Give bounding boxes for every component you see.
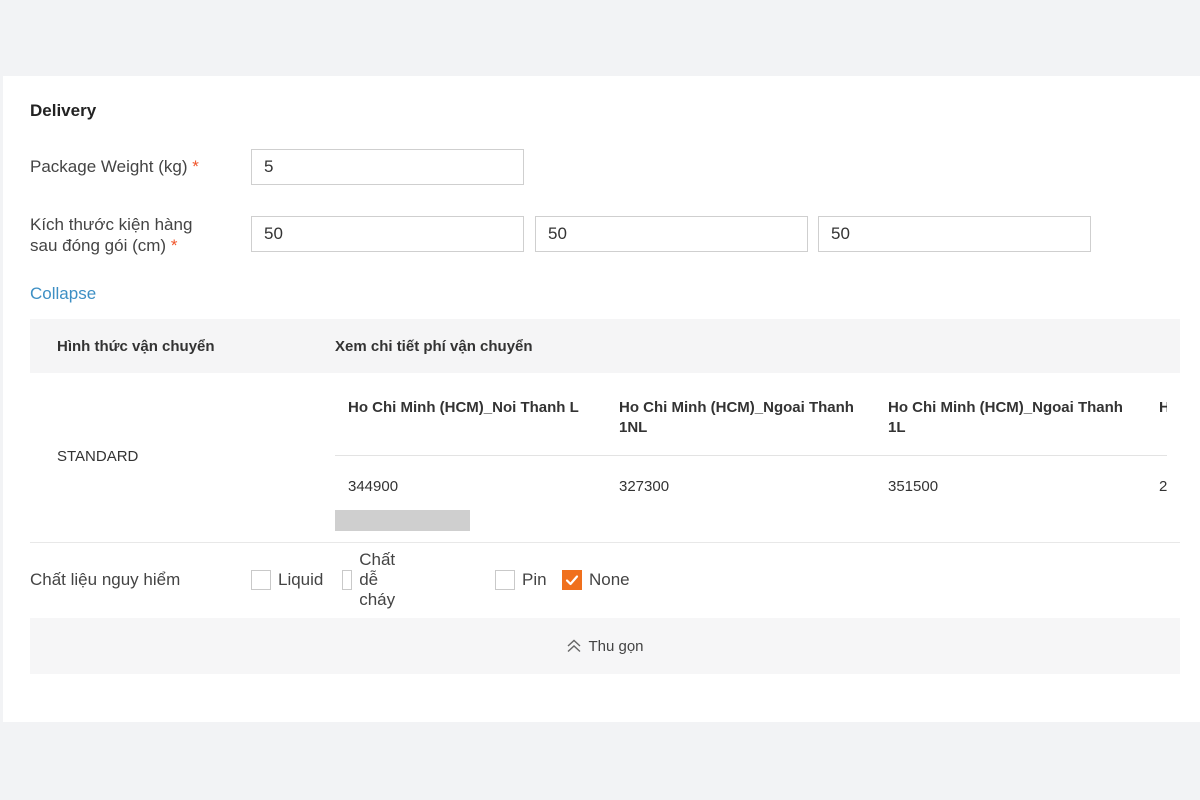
length-input[interactable]: [251, 216, 524, 252]
package-weight-label-text: Package Weight (kg): [30, 157, 188, 176]
checkbox-box[interactable]: [495, 570, 515, 590]
checkbox-box[interactable]: [251, 570, 271, 590]
collapse-section-label: Thu gọn: [588, 637, 644, 655]
zone-name: H: [1159, 399, 1167, 416]
shipping-table-header: Hình thức vận chuyển Xem chi tiết phí vậ…: [30, 319, 1180, 373]
checkbox-flammable[interactable]: Chất dễ cháy: [342, 550, 405, 609]
required-mark: *: [170, 236, 178, 255]
collapse-section-button[interactable]: Thu gọn: [30, 618, 1180, 674]
shipping-method-standard: STANDARD: [57, 448, 139, 465]
package-weight-label: Package Weight (kg) *: [30, 156, 199, 177]
checkbox-label: Pin: [522, 570, 547, 589]
checkmark-icon: [565, 575, 579, 586]
checkbox-none[interactable]: None: [562, 568, 630, 592]
table-bottom-divider: [30, 542, 1180, 543]
zone-price: 327300: [619, 478, 670, 495]
section-title: Delivery: [30, 101, 97, 120]
zone-price: 344900: [348, 478, 399, 495]
zone-name: Ho Chi Minh (HCM)_Ngoai Thanh 1L: [888, 399, 1123, 436]
checkbox-battery[interactable]: Pin: [495, 568, 547, 592]
dangerous-goods-label: Chất liệu nguy hiểm: [30, 570, 181, 589]
delivery-card: Delivery Package Weight (kg) * Kích thướ…: [3, 76, 1200, 722]
checkbox-liquid[interactable]: Liquid: [251, 568, 323, 592]
package-dimensions-label-line1: Kích thước kiện hàng: [30, 215, 193, 234]
checkbox-label: Liquid: [278, 570, 324, 589]
zone-price: 2: [1159, 478, 1167, 495]
zone-price: 351500: [888, 478, 939, 495]
shipping-fee-table: Hình thức vận chuyển Xem chi tiết phí vậ…: [30, 319, 1180, 543]
collapse-link[interactable]: Collapse: [30, 284, 96, 304]
checkbox-box-checked[interactable]: [562, 570, 582, 590]
header-shipping-details: Xem chi tiết phí vận chuyển: [335, 338, 533, 355]
zone-divider: [335, 455, 1167, 456]
package-dimensions-label-line2: sau đóng gói (cm) *: [30, 235, 192, 256]
checkbox-label: None: [589, 570, 630, 589]
zone-name: Ho Chi Minh (HCM)_Noi Thanh L: [348, 399, 579, 416]
package-dimensions-label: Kích thước kiện hàng sau đóng gói (cm) *: [30, 214, 192, 256]
horizontal-scrollbar-thumb[interactable]: [335, 510, 470, 531]
height-input[interactable]: [818, 216, 1091, 252]
zone-name: Ho Chi Minh (HCM)_Ngoai Thanh 1NL: [619, 399, 854, 436]
double-chevron-up-icon: [566, 639, 582, 653]
width-input[interactable]: [535, 216, 808, 252]
checkbox-label: Chất dễ cháy: [359, 550, 396, 609]
package-weight-input[interactable]: [251, 149, 524, 185]
zone-fee-scroll-area[interactable]: Ho Chi Minh (HCM)_Noi Thanh L Ho Chi Min…: [335, 373, 1167, 543]
required-mark: *: [192, 157, 199, 176]
checkbox-box[interactable]: [342, 570, 353, 590]
header-shipping-method: Hình thức vận chuyển: [57, 338, 215, 355]
package-dimensions-label-line2-text: sau đóng gói (cm): [30, 236, 167, 255]
